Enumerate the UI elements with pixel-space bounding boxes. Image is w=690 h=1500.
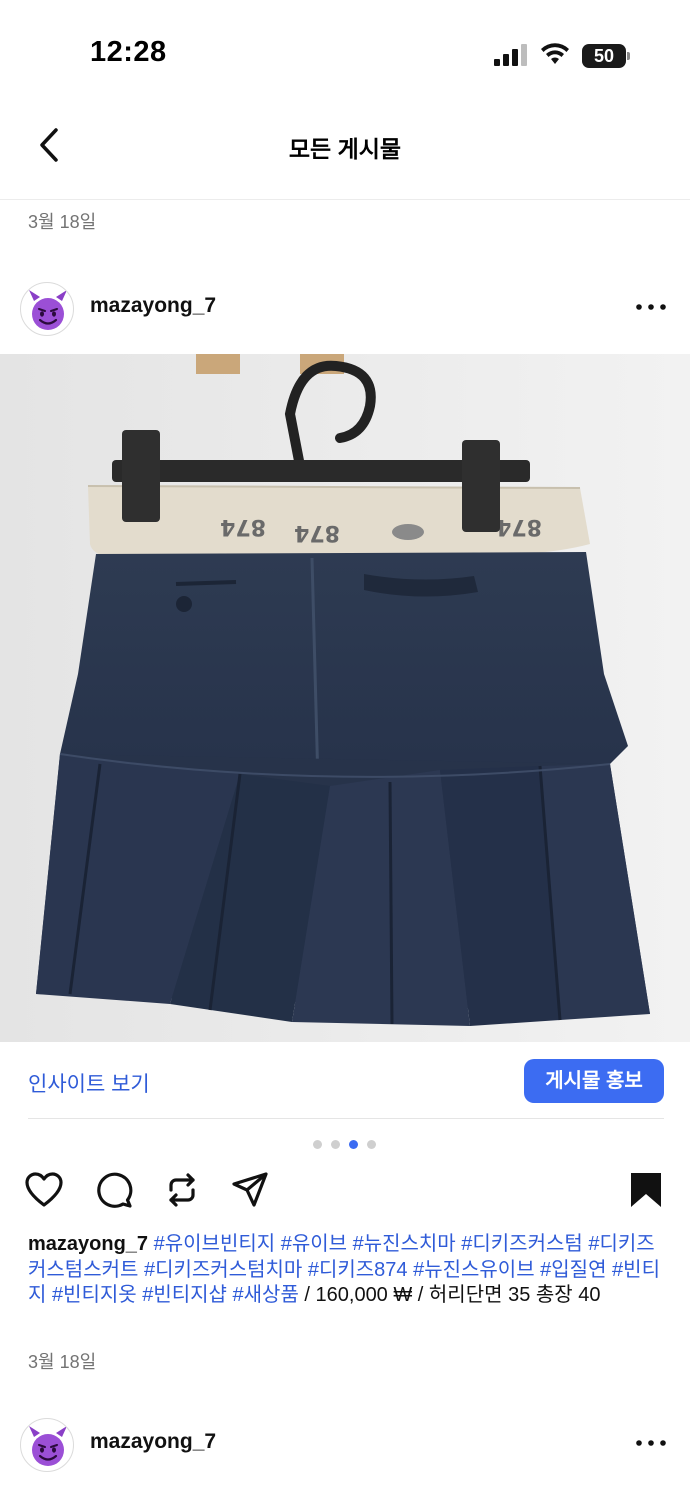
skirt-photo-image: 874 874 874 [0, 354, 690, 1042]
share-send-icon[interactable] [230, 1170, 270, 1210]
more-options-icon[interactable] [634, 1428, 668, 1458]
status-time: 12:28 [90, 36, 167, 68]
devil-face-icon [29, 290, 67, 330]
post-date: 3월 18일 [28, 1352, 97, 1372]
caption-text: / 160,000 ₩ / 허리단면 35 총장 40 [298, 1284, 601, 1306]
more-options-icon[interactable] [634, 292, 668, 322]
svg-text:874: 874 [496, 514, 542, 539]
promote-post-button[interactable]: 게시물 홍보 [524, 1059, 664, 1103]
comment-icon[interactable] [94, 1170, 134, 1210]
carousel-dot [331, 1140, 340, 1149]
next-post-header: mazayong_7 [0, 1418, 690, 1500]
saved-bookmark-icon[interactable] [626, 1170, 666, 1210]
like-heart-icon[interactable] [24, 1170, 64, 1210]
cellular-signal-icon [494, 44, 527, 66]
post-date-top: 3월 18일 [28, 212, 97, 232]
avatar[interactable] [20, 282, 74, 336]
view-insights-link[interactable]: 인사이트 보기 [28, 1068, 150, 1098]
battery-level: 50 [582, 44, 626, 68]
nav-header: 모든 게시물 [0, 100, 690, 200]
carousel-dot-active [349, 1140, 358, 1149]
carousel-indicator [313, 1140, 377, 1150]
divider [28, 1118, 664, 1119]
post-username[interactable]: mazayong_7 [90, 294, 216, 318]
svg-text:874: 874 [294, 520, 340, 545]
svg-text:874: 874 [220, 514, 266, 539]
status-bar: 12:28 50 [0, 0, 690, 100]
carousel-dot [367, 1140, 376, 1149]
caption-username[interactable]: mazayong_7 [28, 1233, 148, 1255]
carousel-dot [313, 1140, 322, 1149]
page-title: 모든 게시물 [288, 136, 402, 162]
wifi-icon [541, 43, 569, 64]
repost-icon[interactable] [162, 1170, 202, 1210]
post-username[interactable]: mazayong_7 [90, 1430, 216, 1454]
devil-face-icon [29, 1426, 67, 1466]
post-caption: mazayong_7 #유이브빈티지 #유이브 #뉴진스치마 #디키즈커스텀 #… [28, 1232, 668, 1309]
post-photo[interactable]: 874 874 874 [0, 354, 690, 1042]
avatar[interactable] [20, 1418, 74, 1472]
battery-icon: 50 [582, 44, 630, 68]
